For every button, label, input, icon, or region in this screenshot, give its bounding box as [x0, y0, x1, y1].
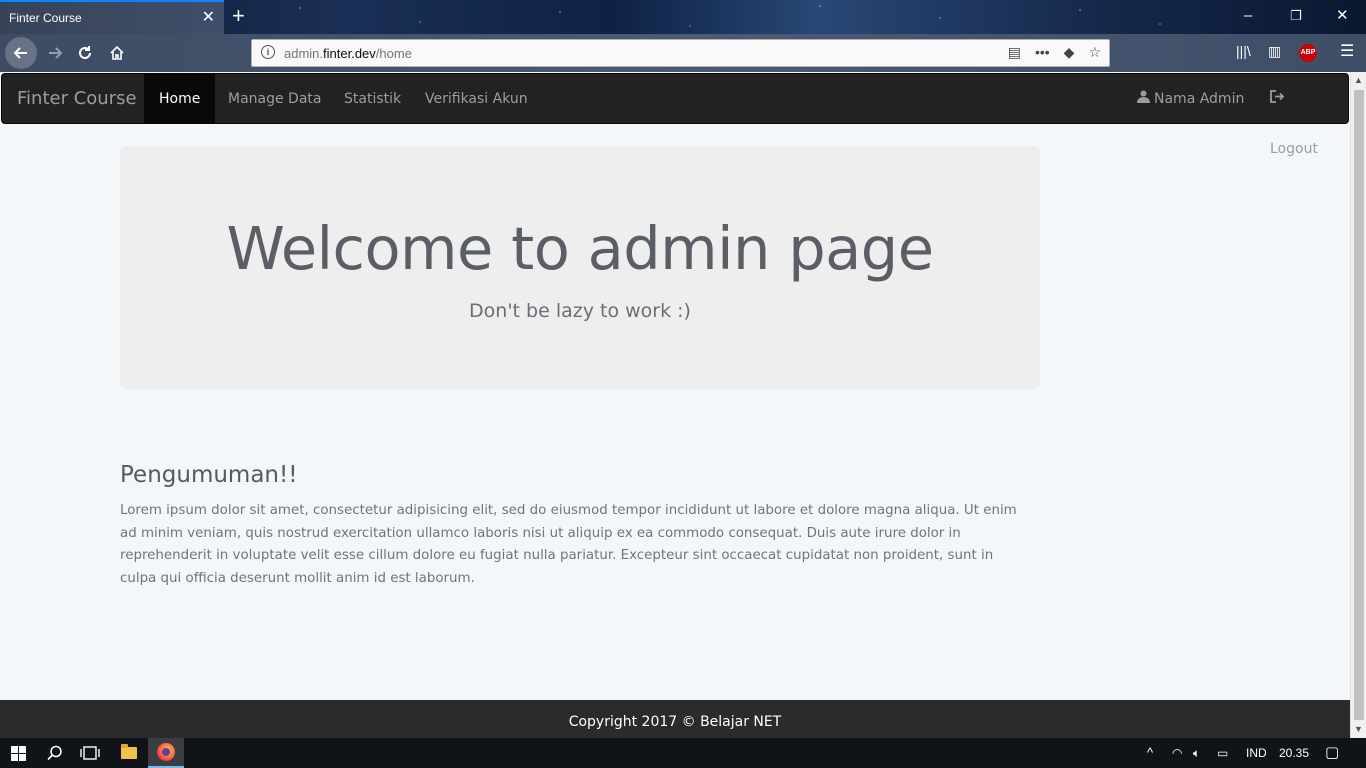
nav-user-link[interactable]: Nama Admin — [1122, 74, 1259, 124]
site-navbar: Finter Course Home Manage Data Statistik… — [1, 73, 1349, 157]
action-center-icon[interactable]: ▢ — [1325, 738, 1339, 768]
tab-close-icon[interactable]: ✕ — [202, 9, 215, 27]
browser-tab-active[interactable]: Finter Course ✕ — [0, 0, 224, 34]
tab-title: Finter Course — [9, 11, 82, 25]
announcement-title: Pengumuman!! — [120, 462, 298, 488]
pocket-icon[interactable]: ◆ — [1064, 44, 1075, 61]
nav-item-home[interactable]: Home — [144, 74, 216, 124]
reader-view-icon[interactable]: ▤ — [1008, 44, 1021, 61]
site-info-icon[interactable]: i — [261, 45, 275, 59]
reload-icon — [79, 46, 91, 59]
show-hidden-icons-icon[interactable]: ^ — [1147, 738, 1153, 768]
adblock-plus-icon[interactable]: ABP — [1299, 44, 1317, 62]
welcome-subtitle: Don't be lazy to work :) — [469, 300, 691, 322]
back-arrow-icon — [13, 47, 27, 59]
library-icon[interactable]: |||\ — [1236, 43, 1251, 59]
firefox-taskbar-button[interactable] — [148, 738, 184, 768]
copyright-text: Copyright 2017 © Belajar NET — [568, 714, 782, 730]
folder-icon — [121, 744, 137, 759]
task-view-button[interactable] — [73, 738, 107, 768]
nav-item-verifikasi-akun[interactable]: Verifikasi Akun — [410, 74, 543, 124]
home-icon — [110, 45, 124, 60]
announcement-body: Lorem ipsum dolor sit amet, consectetur … — [120, 503, 1017, 586]
forward-button[interactable] — [40, 38, 70, 68]
sidebar-icon[interactable]: ▥ — [1268, 43, 1281, 60]
task-view-icon — [80, 746, 100, 760]
menu-icon[interactable]: ☰ — [1340, 41, 1354, 61]
file-explorer-button[interactable] — [112, 738, 146, 768]
language-indicator[interactable]: IND — [1246, 738, 1267, 768]
url-path: /home — [375, 45, 412, 61]
url-host: finter.dev — [323, 45, 376, 61]
url-prefix: admin. — [284, 45, 324, 61]
browser-toolbar: i admin. finter.dev/home ▤ ••• ◆ ☆ |||\ ▥… — [0, 34, 1366, 72]
page-scrollbar[interactable]: ▲ ▼ — [1350, 72, 1366, 738]
user-icon — [1137, 90, 1150, 103]
back-button[interactable] — [5, 37, 37, 69]
browser-tab-strip: Finter Course ✕ + – ❐ ✕ — [0, 0, 1366, 34]
minimize-button[interactable]: – — [1244, 6, 1252, 26]
bookmark-star-icon[interactable]: ☆ — [1088, 44, 1101, 61]
logout-label: Logout — [1270, 141, 1318, 157]
scroll-up-icon[interactable]: ▲ — [1354, 75, 1363, 85]
battery-icon[interactable]: ▭ — [1217, 738, 1228, 768]
firefox-icon — [157, 743, 175, 761]
logout-icon — [1270, 90, 1285, 103]
windows-taskbar: ^ ◠ 🔈︎ ▭ IND 20.35 ▢ — [0, 738, 1366, 768]
home-button[interactable] — [102, 38, 132, 68]
forward-arrow-icon — [49, 47, 63, 59]
nav-item-manage-data[interactable]: Manage Data — [213, 74, 337, 124]
search-icon — [47, 745, 62, 761]
site-brand[interactable]: Finter Course — [17, 74, 137, 124]
search-button[interactable] — [38, 738, 72, 768]
scrollbar-thumb[interactable] — [1354, 90, 1364, 720]
close-window-button[interactable]: ✕ — [1336, 6, 1349, 26]
restore-button[interactable]: ❐ — [1290, 6, 1302, 26]
welcome-title: Welcome to admin page — [226, 214, 934, 283]
web-page: Finter Course Home Manage Data Statistik… — [0, 72, 1350, 738]
start-button[interactable] — [0, 738, 36, 768]
windows-logo-icon — [10, 745, 26, 761]
page-actions-icon[interactable]: ••• — [1035, 44, 1050, 61]
reload-button[interactable] — [70, 38, 100, 68]
volume-icon[interactable]: 🔈︎ — [1193, 738, 1200, 768]
url-bar[interactable]: i admin. finter.dev/home ▤ ••• ◆ ☆ — [251, 39, 1110, 67]
clock[interactable]: 20.35 — [1279, 738, 1309, 768]
nav-logout-link[interactable]: Logout — [1255, 74, 1348, 157]
wifi-icon[interactable]: ◠ — [1172, 738, 1182, 768]
user-name-label: Nama Admin — [1154, 91, 1245, 107]
scroll-down-icon[interactable]: ▼ — [1354, 724, 1363, 734]
new-tab-button[interactable]: + — [232, 4, 245, 28]
nav-item-statistik[interactable]: Statistik — [329, 74, 416, 124]
site-footer: Copyright 2017 © Belajar NET — [0, 700, 1350, 738]
welcome-jumbotron: Welcome to admin page Don't be lazy to w… — [120, 146, 1040, 389]
